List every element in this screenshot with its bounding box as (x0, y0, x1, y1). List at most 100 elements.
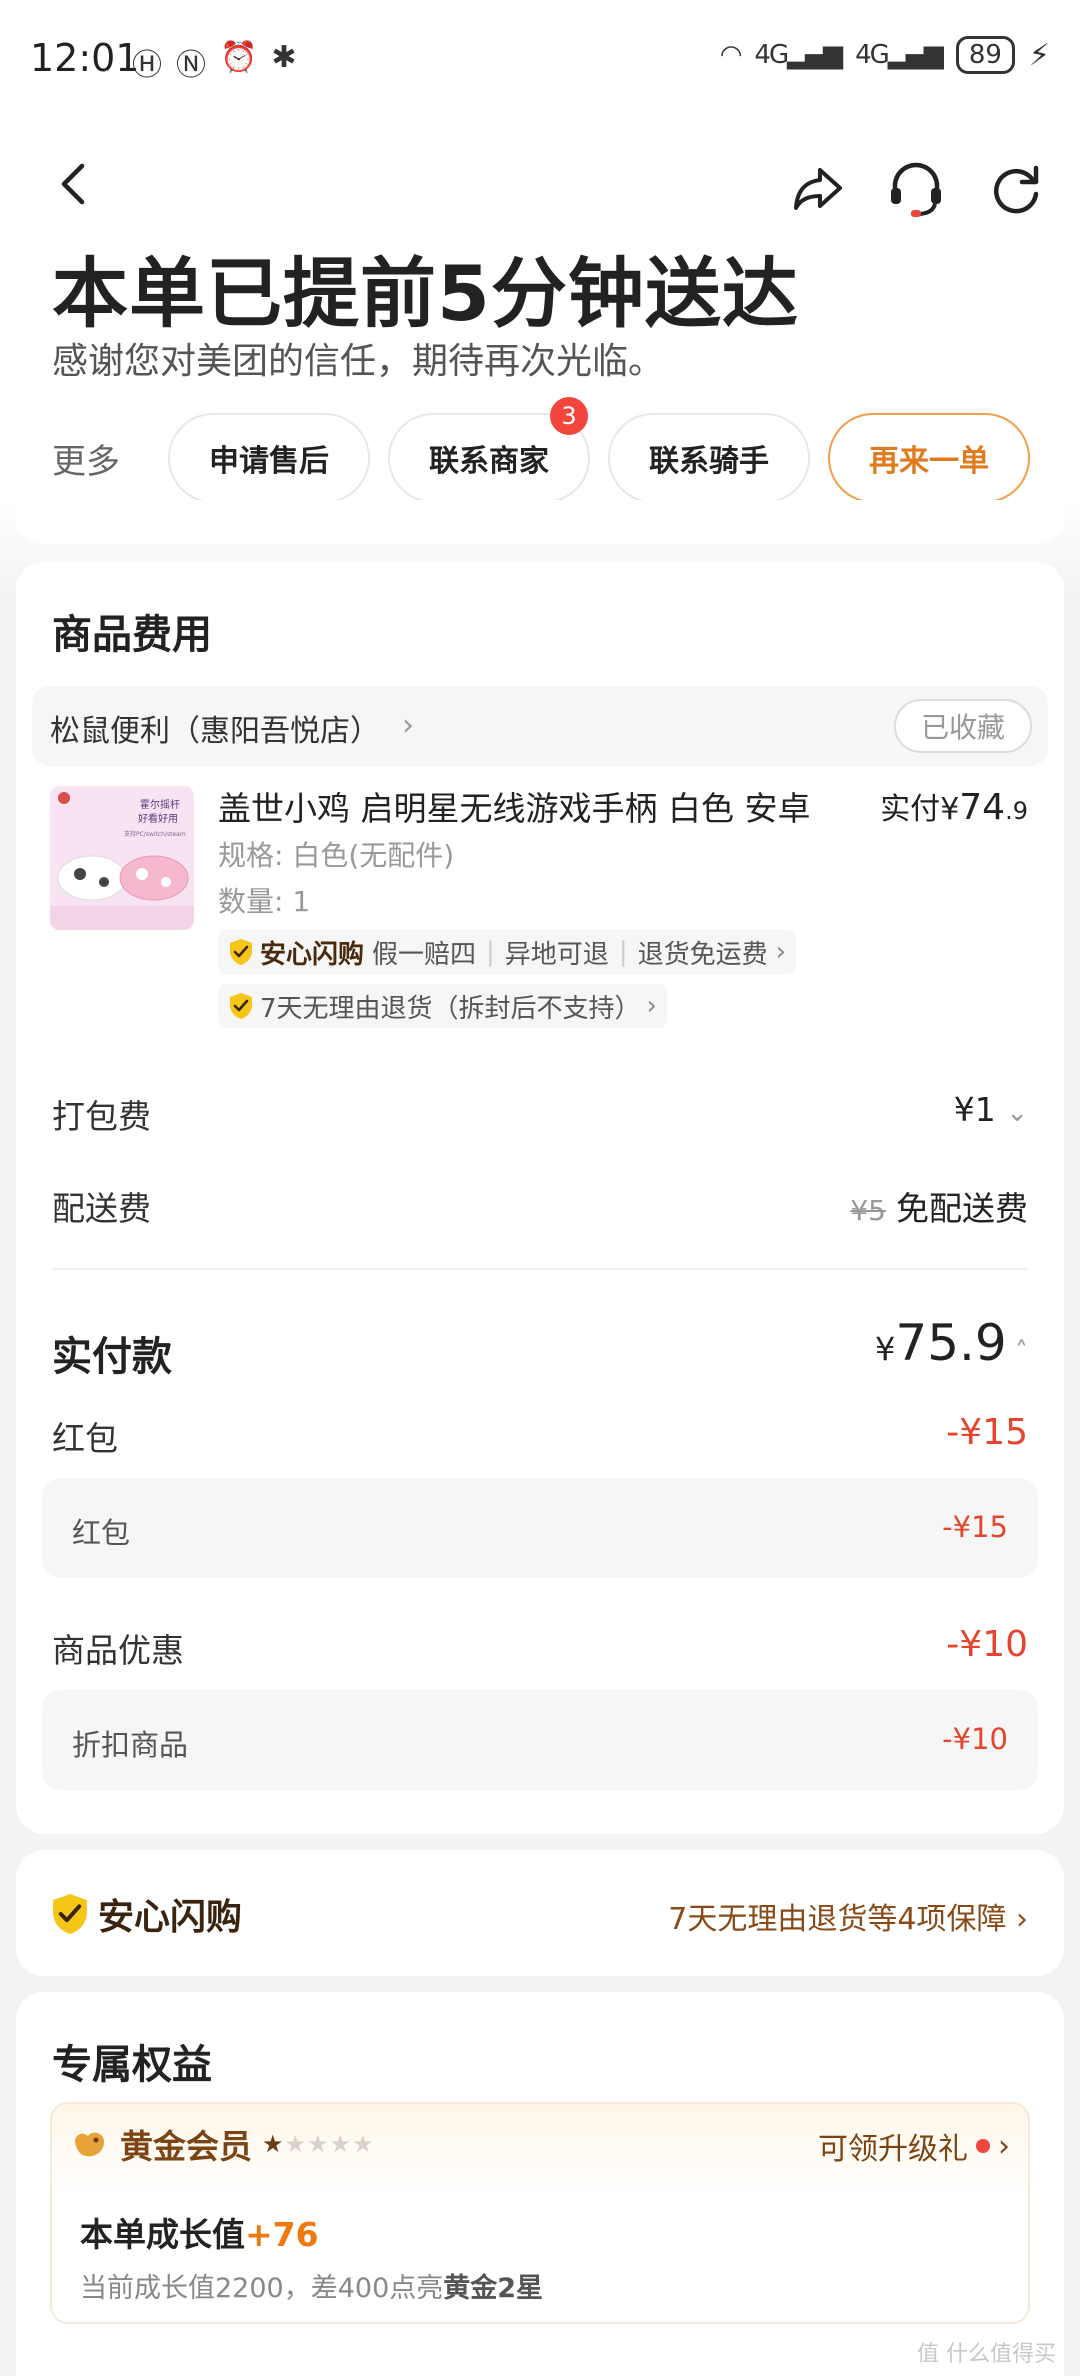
star-empty-icon: ★ (284, 2130, 308, 2158)
upgrade-gift-label: 可领升级礼 (818, 2132, 968, 2167)
growth-description: 当前成长值2200，差400点亮黄金2星 (80, 2266, 543, 2305)
store-row[interactable]: 松鼠便利（惠阳吾悦店） › 已收藏 (32, 686, 1048, 766)
nfc-icon: Ⓝ (176, 48, 206, 83)
reorder-button[interactable]: 再来一单 (828, 413, 1030, 503)
hd-icon: Ⓗ (132, 48, 162, 83)
return-policy-text: 7天无理由退货（拆封后不支持） (260, 993, 641, 1024)
product-image[interactable]: 霍尔摇杆 好看好用 支持PC/switch/steam (50, 786, 194, 930)
page-title: 本单已提前5分钟送达 (52, 249, 799, 338)
tag-remote-return: 异地可退 (504, 939, 609, 970)
section-title-goods: 商品费用 (52, 612, 212, 658)
contact-merchant-button[interactable]: 联系商家 3 (388, 397, 590, 503)
contact-rider-label: 联系骑手 (649, 444, 769, 479)
chevron-right-icon: › (775, 937, 786, 967)
assurance-tags[interactable]: 安心闪购 假一赔四 | 异地可退 | 退货免运费 › (218, 930, 796, 974)
star-empty-icon: ★ (307, 2130, 330, 2158)
share-icon[interactable] (790, 160, 846, 216)
chevron-right-icon: › (998, 2128, 1010, 2164)
tag-free-return-shipping: 退货免运费 (637, 939, 768, 970)
contact-rider-button[interactable]: 联系骑手 (608, 413, 810, 503)
growth-value: +76 (245, 2215, 319, 2254)
packing-fee-label: 打包费 (52, 1097, 151, 1136)
after-sale-button[interactable]: 申请售后 (168, 413, 370, 503)
discount-value: -¥10 (946, 1624, 1028, 1665)
delivery-fee-row: 配送费 ¥5 免配送费 (52, 1182, 1028, 1230)
product-name[interactable]: 盖世小鸡 启明星无线游戏手柄 白色 安卓 (218, 782, 810, 830)
assure-detail: 7天无理由退货等4项保障 (668, 1902, 1007, 1937)
wifi-icon: ◠ (719, 40, 743, 70)
redpacket-value: -¥15 (946, 1412, 1028, 1453)
redpacket-row: 红包 -¥15 (52, 1412, 1028, 1460)
growth-desc-prefix: 当前成长值2200，差400点亮 (80, 2273, 444, 2304)
paid-label: 实付 (880, 792, 941, 827)
star-filled-icon: ★ (262, 2130, 285, 2158)
assure-name: 安心闪购 (98, 1897, 243, 1938)
store-name: 松鼠便利（惠阳吾悦店） (50, 714, 380, 749)
member-box[interactable]: 黄金会员 ★★★★★ 可领升级礼 › 本单成长值+76 当前成长值2200，差4… (50, 2102, 1030, 2324)
product-image-text-2: 好看好用 (138, 812, 178, 825)
upgrade-gift-link[interactable]: 可领升级礼 › (818, 2124, 1010, 2168)
product-price: 实付¥74.9 (880, 784, 1028, 828)
back-arrow-icon[interactable] (50, 160, 98, 208)
product-image-text-1: 霍尔摇杆 (140, 798, 180, 811)
signal-icon-1: 4G▂▄▆ (754, 40, 843, 70)
tag-separator: | (486, 937, 495, 967)
network-label-2: 4G (855, 40, 890, 70)
delivery-fee-original: ¥5 (850, 1194, 886, 1227)
charging-icon: ⚡ (1028, 37, 1050, 73)
assurance-card[interactable]: 安心闪购 7天无理由退货等4项保障 › (16, 1850, 1064, 1976)
total-amount: 75.9 (895, 1314, 1007, 1372)
page-subtitle: 感谢您对美团的信任，期待再次光临。 (52, 341, 665, 382)
redpacket-sub-label: 红包 (72, 1516, 131, 1550)
member-stars: ★★★★★ (262, 2130, 375, 2158)
chevron-right-icon: › (402, 708, 414, 743)
alarm-icon: ⏰ (220, 40, 258, 75)
more-link[interactable]: 更多 (52, 434, 168, 483)
total-value[interactable]: ¥75.9 ˄ (875, 1314, 1028, 1372)
product-image-graphic: 霍尔摇杆 好看好用 支持PC/switch/steam (50, 786, 194, 930)
shield-check-icon (230, 939, 252, 965)
growth-desc-target: 黄金2星 (443, 2273, 544, 2304)
after-sale-label: 申请售后 (209, 444, 329, 479)
product-quantity: 数量: 1 (218, 885, 311, 918)
reorder-label: 再来一单 (869, 444, 989, 479)
refresh-icon[interactable] (988, 160, 1044, 216)
price-main: 74 (959, 787, 1006, 828)
watermark: 值 什么值得买 (917, 2342, 1056, 2367)
redpacket-sub-value: -¥15 (942, 1510, 1008, 1544)
member-head: 黄金会员 ★★★★★ (70, 2120, 375, 2168)
red-dot-indicator (976, 2139, 990, 2153)
discount-sub-label: 折扣商品 (72, 1728, 189, 1762)
favorite-button[interactable]: 已收藏 (894, 699, 1032, 753)
chevron-right-icon: › (1016, 1902, 1028, 1937)
packing-fee-row[interactable]: 打包费 ¥1 ⌄ (52, 1090, 1028, 1138)
bluetooth-icon: ✱ (271, 40, 297, 75)
status-right-icons: ◠ 4G▂▄▆ 4G▂▄▆ 89 ⚡ (720, 36, 1050, 74)
product-spec: 规格: 白色(无配件) (218, 839, 455, 872)
assure-logo: 安心闪购 (50, 1888, 242, 1940)
return-policy-tag[interactable]: 7天无理由退货（拆封后不支持） › (218, 984, 667, 1028)
status-left-icons: Ⓗ Ⓝ ⏰ ✱ (132, 40, 297, 84)
growth-value-line: 本单成长值+76 (80, 2208, 319, 2256)
tag-fake-compensation: 假一赔四 (372, 939, 477, 970)
battery-indicator: 89 (955, 36, 1015, 74)
member-rights-card: 专属权益 黄金会员 ★★★★★ 可领升级礼 › 本单成长值+76 当前成长值22… (16, 1992, 1064, 2376)
redpacket-label: 红包 (52, 1419, 118, 1458)
redpacket-detail: 红包 -¥15 (42, 1478, 1038, 1578)
delivery-fee-free: 免配送费 (896, 1189, 1028, 1228)
member-level: 黄金会员 (120, 2127, 252, 2166)
product-image-text-3: 支持PC/switch/steam (124, 830, 186, 838)
discount-detail: 折扣商品 -¥10 (42, 1690, 1038, 1790)
action-bar: 更多 申请售后 联系商家 3 联系骑手 再来一单 (52, 397, 1032, 504)
assure-detail-link[interactable]: 7天无理由退货等4项保障 › (668, 1894, 1028, 1938)
unread-badge: 3 (550, 397, 588, 435)
signal-icon-2: 4G▂▄▆ (855, 40, 944, 70)
divider (52, 1268, 1028, 1270)
customer-service-icon[interactable] (885, 158, 947, 220)
shield-check-icon (53, 1894, 87, 1934)
star-empty-icon: ★ (352, 2130, 375, 2158)
section-title-rights: 专属权益 (52, 2042, 212, 2088)
packing-fee-amount: ¥1 (953, 1090, 996, 1129)
total-label: 实付款 (52, 1334, 172, 1380)
discount-label: 商品优惠 (52, 1631, 184, 1670)
